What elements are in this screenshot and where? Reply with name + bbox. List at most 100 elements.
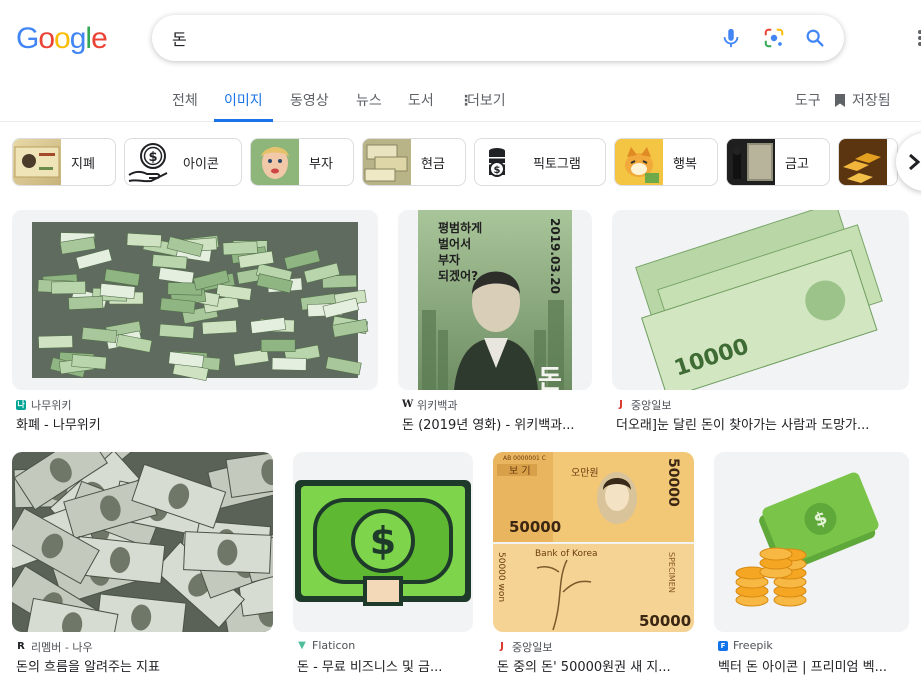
related-chips: 지폐 $ 아이콘 부자 현금 $ 픽토그램 행복 금고: [0, 138, 921, 186]
search-box[interactable]: [152, 15, 844, 61]
more-vert-icon: ⋮: [459, 93, 473, 109]
result-title[interactable]: 돈 중의 돈' 50000원권 새 지...: [497, 656, 694, 675]
result-title[interactable]: 벡터 돈 아이콘 | 프리미엄 벡...: [718, 656, 909, 675]
logo-letter: e: [91, 22, 108, 55]
logo-letter: o: [38, 22, 55, 55]
tab-more-label: 더보기: [467, 93, 506, 109]
result-card[interactable]: 평범하게 벌어서 부자 되겠어? 2019.03.20 돈 W 위키백과 돈 (2…: [398, 210, 592, 433]
tools-button[interactable]: 도구: [795, 90, 821, 110]
chip-cash[interactable]: 현금: [362, 138, 466, 186]
result-card[interactable]: 10000 J 중앙일보 더오래]눈 달린 돈이 찾아가는 사람과 도망가...: [612, 210, 909, 433]
logo-letter: o: [54, 22, 71, 55]
result-source[interactable]: 나 나무위키: [16, 397, 71, 413]
tab-books-label: 도서: [408, 93, 434, 109]
poster-title: 돈: [538, 365, 562, 390]
note-value-text: 50000: [639, 612, 691, 630]
chip-banknote[interactable]: 지폐: [12, 138, 116, 186]
tab-all[interactable]: 전체: [172, 90, 198, 122]
logo-letter: g: [69, 22, 87, 55]
chip-label: 현금: [421, 157, 445, 172]
svg-text:$: $: [494, 165, 501, 176]
poster-text: 되겠어?: [438, 268, 478, 283]
chip-happy[interactable]: 행복: [614, 138, 718, 186]
google-logo[interactable]: Google: [16, 22, 108, 56]
tab-videos[interactable]: 동영상: [290, 90, 329, 122]
wikipedia-favicon: W: [402, 399, 414, 410]
namu-favicon: 나: [16, 400, 26, 410]
chip-pictogram[interactable]: $ 픽토그램: [474, 138, 606, 186]
result-image-50000-won[interactable]: 보 기 AB 0000001 C 오만원 50000 50000 Bank of…: [493, 452, 694, 632]
source-label: 중앙일보: [512, 641, 553, 654]
result-card[interactable]: $ F Freepik 벡터 돈 아이콘 | 프리미엄 벡...: [714, 452, 909, 677]
chip-label: 아이콘: [183, 157, 219, 172]
tab-books[interactable]: 도서: [408, 90, 434, 122]
joongang-favicon: J: [500, 641, 504, 652]
poster-text: 벌어서: [438, 236, 471, 251]
result-image-vector-money[interactable]: $: [714, 452, 909, 632]
source-label: 중앙일보: [631, 399, 672, 412]
tab-more[interactable]: ⋮더보기: [459, 90, 506, 122]
rich-face-thumb: [251, 139, 299, 185]
chip-gold[interactable]: [838, 138, 898, 186]
tab-news[interactable]: 뉴스: [356, 90, 382, 122]
result-image-money-pile[interactable]: [12, 210, 378, 390]
chip-label: 금고: [785, 157, 809, 172]
result-source[interactable]: W 위키백과: [402, 397, 457, 413]
result-card[interactable]: R 리멤버 - 나우 돈의 흐름을 알려주는 지표: [12, 452, 273, 677]
note-text: Bank of Korea: [535, 549, 598, 559]
result-image-dollar-bills[interactable]: [12, 452, 273, 632]
svg-text:$: $: [148, 150, 157, 165]
poster-date: 2019.03.20: [548, 218, 562, 294]
happy-dog-thumb: [615, 139, 663, 185]
result-source[interactable]: J 중앙일보: [497, 639, 552, 655]
result-image-banknotes[interactable]: 10000: [612, 210, 909, 390]
chip-label: 지폐: [71, 157, 95, 172]
chip-vault[interactable]: 금고: [726, 138, 830, 186]
note-text: SPECIMEN: [667, 552, 676, 593]
source-label: 나무위키: [31, 399, 72, 412]
result-source[interactable]: J 중앙일보: [616, 397, 671, 413]
tab-images[interactable]: 이미지: [214, 90, 273, 122]
result-card[interactable]: 나 나무위키 화폐 - 나무위키: [12, 210, 378, 433]
poster-text: 평범하게: [438, 220, 482, 235]
chevron-right-icon: [909, 153, 921, 171]
note-value-text: 50000: [665, 458, 681, 507]
chip-label: 픽토그램: [533, 157, 581, 172]
note-value-text: 50000: [509, 518, 561, 536]
result-image-movie-poster[interactable]: 평범하게 벌어서 부자 되겠어? 2019.03.20 돈: [398, 210, 592, 390]
search-input[interactable]: [172, 23, 692, 53]
tab-videos-label: 동영상: [290, 93, 329, 109]
source-label: 위키백과: [417, 399, 458, 412]
result-source[interactable]: F Freepik: [718, 639, 773, 652]
result-source[interactable]: ▼ Flaticon: [297, 639, 355, 652]
result-card[interactable]: $ ▼ Flaticon 돈 - 무료 비즈니스 및 금...: [293, 452, 473, 677]
result-title[interactable]: 돈 (2019년 영화) - 위키백과...: [402, 414, 592, 433]
note-text: 오만원: [571, 467, 599, 479]
banknote-thumb: [13, 139, 61, 185]
result-title[interactable]: 화폐 - 나무위키: [16, 414, 376, 433]
source-label: Freepik: [733, 639, 773, 652]
apps-icon[interactable]: [912, 28, 921, 48]
result-image-money-icon[interactable]: $: [293, 452, 473, 632]
note-serial-text: AB 0000001 C: [503, 455, 546, 462]
saved-button[interactable]: 저장됨: [834, 90, 891, 110]
chip-rich[interactable]: 부자: [250, 138, 354, 186]
google-lens-icon[interactable]: [763, 27, 785, 49]
search-icon[interactable]: [804, 27, 826, 49]
result-title[interactable]: 돈 - 무료 비즈니스 및 금...: [297, 656, 473, 675]
chips-next-button[interactable]: [896, 133, 921, 191]
result-card[interactable]: 보 기 AB 0000001 C 오만원 50000 50000 Bank of…: [493, 452, 694, 677]
chip-icon[interactable]: $ 아이콘: [124, 138, 242, 186]
search-tabs: 전체 이미지 동영상 뉴스 도서 ⋮더보기 도구 저장됨: [0, 80, 921, 122]
note-text: 보 기: [509, 465, 531, 477]
remember-favicon: R: [17, 641, 25, 652]
source-label: 리멤버 - 나우: [31, 641, 93, 654]
tab-images-label: 이미지: [224, 93, 263, 109]
chip-label: 부자: [309, 157, 333, 172]
logo-letter: G: [16, 22, 39, 55]
result-source[interactable]: R 리멤버 - 나우: [16, 639, 93, 655]
result-title[interactable]: 돈의 흐름을 알려주는 지표: [16, 656, 273, 675]
result-title[interactable]: 더오래]눈 달린 돈이 찾아가는 사람과 도망가...: [616, 414, 909, 433]
note-text: 50000 won: [496, 552, 506, 602]
microphone-icon[interactable]: [720, 27, 742, 49]
